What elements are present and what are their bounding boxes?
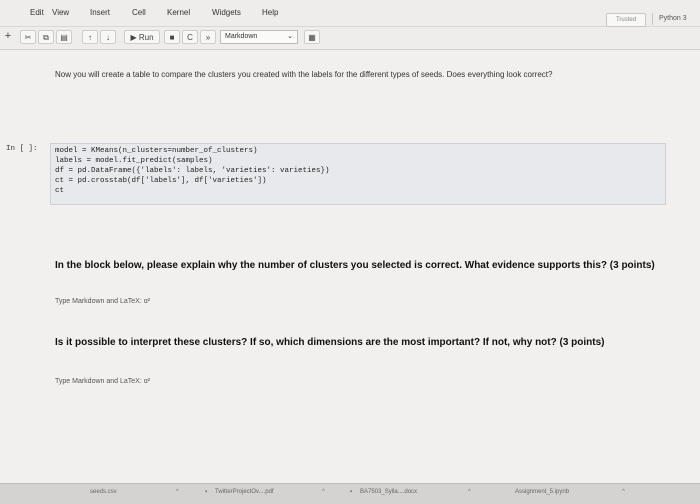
chevron-down-icon: ⌄ xyxy=(287,33,293,40)
pdf-icon: ▪ xyxy=(205,489,208,495)
paste-button[interactable]: ▤ xyxy=(56,30,72,44)
scissors-icon: ✂ xyxy=(24,33,32,42)
download-item[interactable]: Assignment_5.ipynb xyxy=(515,489,569,495)
docx-icon: ▪ xyxy=(350,489,353,495)
menu-view[interactable]: View xyxy=(52,8,69,17)
arrow-up-icon: ↑ xyxy=(88,33,92,42)
menu-widgets[interactable]: Widgets xyxy=(212,8,241,17)
kernel-indicator[interactable]: Python 3 xyxy=(652,13,700,25)
menu-help[interactable]: Help xyxy=(262,8,278,17)
run-label: Run xyxy=(138,33,154,42)
download-bar: seeds.csv ^ ▪ TwitterProjectOv....pdf ^ … xyxy=(0,483,700,504)
question-2[interactable]: Is it possible to interpret these cluste… xyxy=(55,337,675,348)
chevron-up-icon[interactable]: ^ xyxy=(176,489,179,495)
menu-insert[interactable]: Insert xyxy=(90,8,110,17)
menu-kernel[interactable]: Kernel xyxy=(167,8,190,17)
menu-cell[interactable]: Cell xyxy=(132,8,146,17)
question-1[interactable]: In the block below, please explain why t… xyxy=(55,260,675,271)
cell-type-select[interactable]: Markdown ⌄ xyxy=(220,30,298,44)
intro-text[interactable]: Now you will create a table to compare t… xyxy=(55,70,665,79)
stop-icon: ■ xyxy=(169,33,175,42)
cut-button[interactable]: ✂ xyxy=(20,30,36,44)
chevron-up-icon[interactable]: ^ xyxy=(468,489,471,495)
code-cell[interactable]: In [ ]: model = KMeans(n_clusters=number… xyxy=(6,143,666,207)
keyboard-icon: ▦ xyxy=(308,33,316,42)
download-item[interactable]: seeds.csv xyxy=(90,489,117,495)
copy-icon: ⧉ xyxy=(43,33,49,42)
restart-run-all-button[interactable]: » xyxy=(200,30,216,44)
trusted-indicator[interactable]: Trusted xyxy=(606,13,646,27)
refresh-icon: C xyxy=(187,33,193,42)
restart-button[interactable]: C xyxy=(182,30,198,44)
plus-icon: + xyxy=(4,30,12,42)
run-button[interactable]: ▶ Run xyxy=(124,30,160,44)
command-palette-button[interactable]: ▦ xyxy=(304,30,320,44)
code-editor[interactable]: model = KMeans(n_clusters=number_of_clus… xyxy=(50,143,666,205)
download-item[interactable]: TwitterProjectOv....pdf xyxy=(215,489,274,495)
cell-type-value: Markdown xyxy=(225,33,258,40)
interrupt-button[interactable]: ■ xyxy=(164,30,180,44)
toolbar: + ✂ ⧉ ▤ ↑ ↓ ▶ Run ■ C » Markdown ⌄ ▦ xyxy=(0,27,700,50)
input-prompt: In [ ]: xyxy=(6,145,38,153)
move-down-button[interactable]: ↓ xyxy=(100,30,116,44)
play-icon: ▶ xyxy=(130,33,137,42)
arrow-down-icon: ↓ xyxy=(106,33,110,42)
menu-edit[interactable]: Edit xyxy=(30,8,44,17)
chevron-up-icon[interactable]: ^ xyxy=(622,489,625,495)
copy-button[interactable]: ⧉ xyxy=(38,30,54,44)
notebook-area: Now you will create a table to compare t… xyxy=(0,50,700,490)
markdown-hint-2[interactable]: Type Markdown and LaTeX: α² xyxy=(55,378,150,385)
fast-forward-icon: » xyxy=(205,33,211,42)
download-item[interactable]: BA7503_Sylla....docx xyxy=(360,489,417,495)
menu-bar: Edit View Insert Cell Kernel Widgets Hel… xyxy=(0,0,700,27)
insert-cell-button[interactable]: + xyxy=(0,30,16,44)
chevron-up-icon[interactable]: ^ xyxy=(322,489,325,495)
move-up-button[interactable]: ↑ xyxy=(82,30,98,44)
paste-icon: ▤ xyxy=(60,33,68,42)
markdown-hint-1[interactable]: Type Markdown and LaTeX: α² xyxy=(55,298,150,305)
